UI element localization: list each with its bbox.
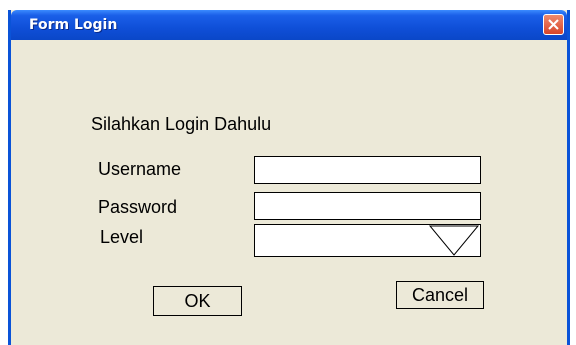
level-label: Level (100, 227, 144, 247)
username-field[interactable] (254, 156, 481, 184)
close-button[interactable] (543, 14, 564, 35)
password-label: Password (98, 197, 178, 217)
password-field[interactable] (254, 192, 481, 220)
dropdown-triangle-icon[interactable] (428, 225, 480, 256)
cancel-button[interactable]: Cancel (396, 281, 484, 309)
close-icon (548, 19, 559, 30)
level-select[interactable] (254, 224, 481, 257)
title-bar[interactable]: Form Login (11, 10, 567, 40)
login-window: Form Login Silahkan Login Dahulu Usernam… (8, 10, 570, 345)
username-label: Username (98, 159, 182, 179)
login-heading: Silahkan Login Dahulu (91, 114, 272, 134)
window-title: Form Login (29, 17, 118, 33)
ok-button[interactable]: OK (153, 286, 242, 316)
